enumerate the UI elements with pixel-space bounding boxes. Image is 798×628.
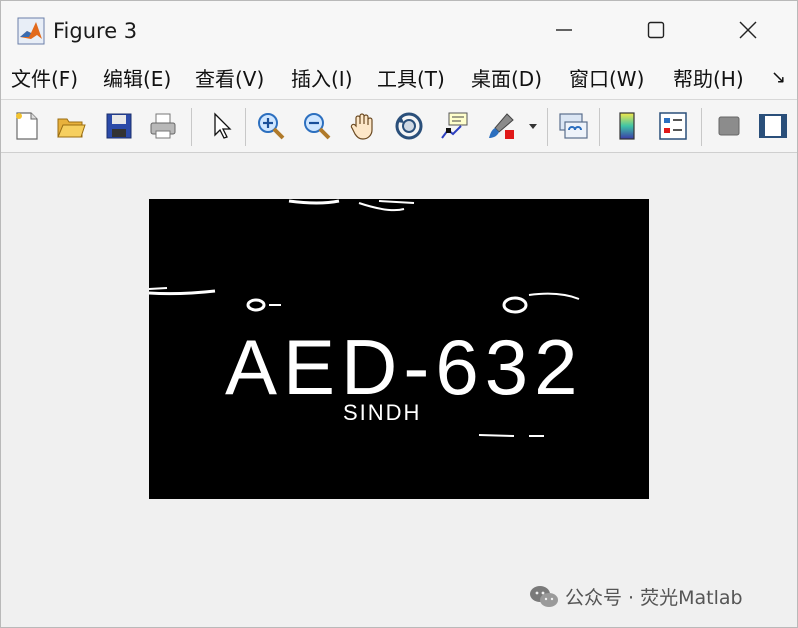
hide-plot-tools-icon	[718, 116, 740, 136]
minimize-icon	[556, 29, 572, 31]
open-file-icon	[57, 118, 86, 138]
show-plot-tools-button[interactable]	[755, 108, 791, 144]
save-button[interactable]	[101, 108, 137, 144]
menu-insert[interactable]: 插入(I)	[291, 65, 353, 93]
data-cursor-button[interactable]	[437, 108, 473, 144]
brush-button[interactable]	[483, 108, 519, 144]
plate-number-text: AED-632	[225, 323, 584, 411]
print-button[interactable]	[145, 108, 181, 144]
link-plot-button[interactable]	[555, 108, 591, 144]
maximize-button[interactable]	[633, 9, 679, 51]
zoom-out-icon	[304, 113, 331, 140]
binary-license-plate-image: AED-632 SINDH	[149, 199, 649, 499]
zoom-in-button[interactable]	[253, 108, 289, 144]
zoom-out-button[interactable]	[299, 108, 335, 144]
menu-view[interactable]: 查看(V)	[195, 65, 264, 93]
menu-desktop[interactable]: 桌面(D)	[471, 65, 542, 93]
legend-button[interactable]	[655, 108, 691, 144]
rotate-3d-icon	[395, 112, 423, 140]
select-pointer-button[interactable]	[203, 108, 239, 144]
menu-file[interactable]: 文件(F)	[11, 65, 78, 93]
matlab-logo-icon	[17, 17, 45, 45]
new-figure-button[interactable]	[9, 108, 45, 144]
close-button[interactable]	[725, 9, 771, 51]
menu-help[interactable]: 帮助(H)	[673, 65, 744, 93]
pan-hand-icon	[350, 113, 373, 140]
brush-icon	[489, 113, 514, 139]
data-cursor-icon	[441, 112, 468, 139]
toolbar-separator	[599, 108, 600, 146]
close-icon	[739, 21, 757, 39]
menu-tools[interactable]: 工具(T)	[377, 65, 445, 93]
title-bar[interactable]: Figure 3	[1, 1, 797, 59]
hide-plot-tools-button[interactable]	[711, 108, 747, 144]
colorbar-icon	[619, 112, 635, 140]
show-plot-tools-icon	[759, 114, 787, 138]
figure-toolbar	[1, 99, 797, 153]
select-pointer-icon	[214, 112, 232, 139]
toolbar-separator	[245, 108, 246, 146]
figure-window: Figure 3 文件(F) 编辑(E) 查看(V) 插入(I) 工具(T) 桌…	[0, 0, 798, 628]
watermark-text: 公众号 · 荧光Matlab	[565, 587, 743, 609]
toolbar-separator	[547, 108, 548, 146]
toolbar-separator	[701, 108, 702, 146]
colorbar-button[interactable]	[609, 108, 645, 144]
rotate-3d-button[interactable]	[391, 108, 427, 144]
maximize-icon	[647, 21, 665, 39]
window-title: Figure 3	[53, 19, 138, 43]
link-plot-icon	[559, 113, 588, 139]
new-figure-icon	[16, 112, 38, 140]
save-icon	[106, 113, 132, 139]
plate-region-text: SINDH	[343, 400, 422, 425]
chevron-down-icon	[529, 124, 537, 129]
zoom-in-icon	[258, 113, 285, 140]
watermark: 公众号 · 荧光Matlab	[529, 583, 743, 610]
minimize-button[interactable]	[541, 9, 587, 51]
pan-button[interactable]	[345, 108, 381, 144]
brush-dropdown[interactable]	[523, 108, 543, 144]
legend-icon	[659, 112, 687, 140]
open-file-button[interactable]	[53, 108, 89, 144]
menu-bar: 文件(F) 编辑(E) 查看(V) 插入(I) 工具(T) 桌面(D) 窗口(W…	[1, 59, 797, 99]
menu-window[interactable]: 窗口(W)	[569, 65, 644, 93]
wechat-icon	[530, 585, 558, 607]
menu-edit[interactable]: 编辑(E)	[103, 65, 171, 93]
toolbar-separator	[191, 108, 192, 146]
print-icon	[150, 113, 176, 139]
menu-overflow-icon[interactable]: ↘	[771, 67, 786, 88]
figure-canvas[interactable]: AED-632 SINDH	[1, 153, 797, 627]
